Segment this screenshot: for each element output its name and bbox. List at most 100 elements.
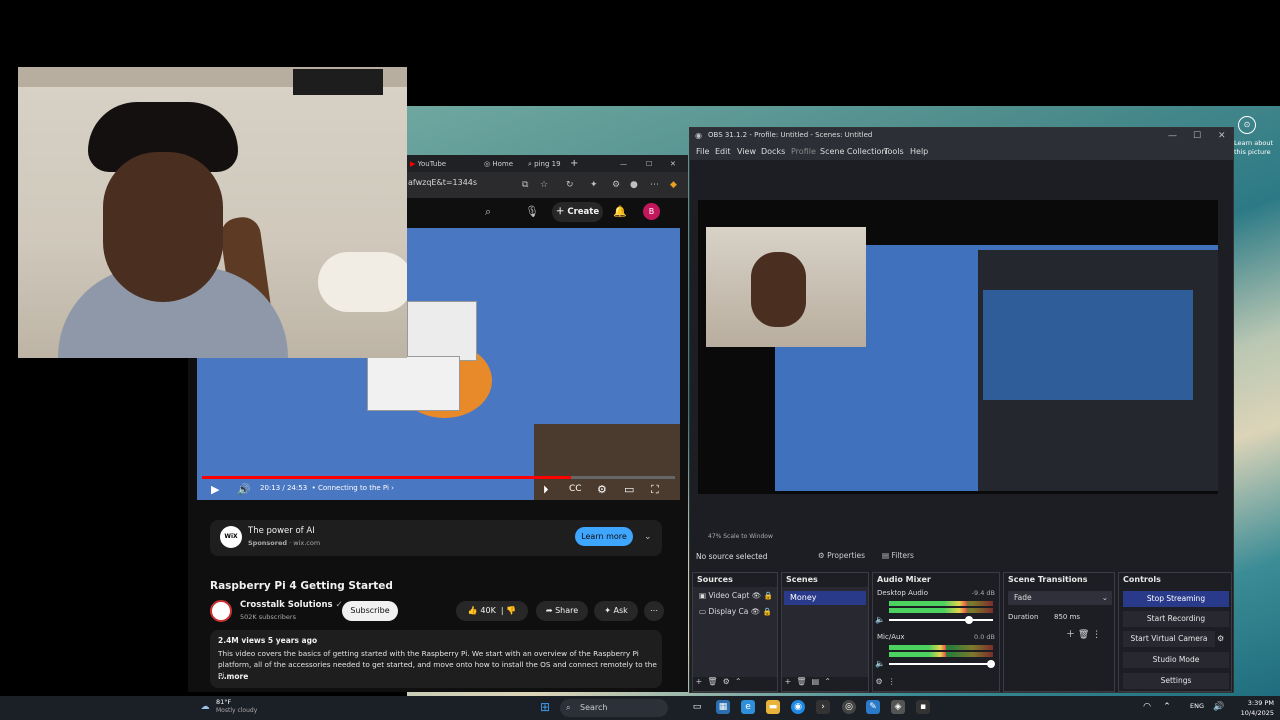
menu-help[interactable]: Help <box>910 147 928 156</box>
share-button[interactable]: ➦ Share <box>536 601 588 621</box>
obs-preview[interactable] <box>698 200 1218 494</box>
more-link[interactable]: ...more <box>218 672 248 681</box>
tab-ping[interactable]: ⌕ ping 19 <box>528 157 561 171</box>
menu-scene-collection[interactable]: Scene Collection <box>820 147 887 156</box>
video-progress-bar[interactable] <box>202 476 675 479</box>
extensions-puzzle-icon[interactable]: ⚙ <box>612 180 620 190</box>
new-tab-button[interactable]: + <box>570 157 578 171</box>
extension-icon[interactable]: ✦ <box>590 180 598 190</box>
subscribe-button[interactable]: Subscribe <box>342 601 398 621</box>
channel-name[interactable]: Crosstalk Solutions ✓ <box>240 600 343 610</box>
add-transition-icon[interactable]: ＋ 🗑 ⋮ <box>1066 627 1101 640</box>
menu-profile[interactable]: Profile <box>791 147 816 156</box>
terminal-icon[interactable]: › <box>816 700 830 714</box>
studio-mode-button[interactable]: Studio Mode <box>1123 652 1229 668</box>
start-recording-button[interactable]: Start Recording <box>1123 611 1229 627</box>
weather-icon[interactable]: ☁ <box>198 700 212 714</box>
more-actions-icon[interactable]: ⋯ <box>644 601 664 621</box>
obs-taskbar-icon[interactable]: ◎ <box>842 700 856 714</box>
close-icon[interactable]: ✕ <box>670 157 676 171</box>
obs-close-icon[interactable]: ✕ <box>1218 131 1226 141</box>
settings-button[interactable]: Settings <box>1123 673 1229 689</box>
sources-toolbar[interactable]: + 🗑 ⚙ ⌃ <box>693 677 777 691</box>
weather-desc[interactable]: Mostly cloudy <box>216 707 257 714</box>
transition-select[interactable]: Fade ⌄ <box>1008 591 1112 605</box>
tab-youtube[interactable]: ▶ YouTube <box>410 157 446 171</box>
app-icon[interactable]: ✎ <box>866 700 880 714</box>
copilot-icon[interactable]: ◆ <box>670 180 677 190</box>
learn-about-picture-label[interactable]: Learn about this picture <box>1234 139 1280 157</box>
bookmark-star-icon[interactable]: ☆ <box>540 180 548 190</box>
desktop-speaker-icon[interactable]: 🔈 <box>875 615 885 624</box>
captions-icon[interactable]: CC <box>569 484 582 494</box>
channel-logo[interactable] <box>210 600 232 622</box>
avatar[interactable]: B <box>643 203 660 220</box>
taskbar-search[interactable]: ⌕ Search <box>560 699 668 717</box>
obs-titlebar[interactable]: ◉ OBS 31.1.2 - Profile: Untitled - Scene… <box>690 128 1233 144</box>
cmd-icon[interactable]: ▪ <box>916 700 930 714</box>
menu-docks[interactable]: Docks <box>761 147 785 156</box>
mic-volume-slider[interactable] <box>889 660 995 668</box>
taskbar-clock[interactable]: 3:39 PM 10/4/2025 <box>1238 698 1274 718</box>
learn-more-button[interactable]: Learn more <box>575 527 633 546</box>
sources-list: ▣ Video Capt 👁 🔒 ▭ Display Ca 👁 🔒 <box>693 587 777 677</box>
weather-temp[interactable]: 81°F <box>216 698 231 706</box>
theater-mode-icon[interactable]: ▭ <box>624 483 634 496</box>
volume-icon[interactable]: 🔊 <box>237 483 251 496</box>
menu-edit[interactable]: Edit <box>715 147 731 156</box>
menu-tools[interactable]: Tools <box>884 147 904 156</box>
start-virtual-camera-button[interactable]: Start Virtual Camera <box>1123 631 1215 647</box>
microphone-icon[interactable]: 🎙 <box>525 206 539 217</box>
tab-home[interactable]: ◎ Home <box>484 157 513 171</box>
maximize-icon[interactable]: ☐ <box>646 157 652 171</box>
fullscreen-icon[interactable]: ⛶ <box>651 483 659 497</box>
file-explorer-icon[interactable]: ▬ <box>766 700 780 714</box>
refresh-icon[interactable]: ↻ <box>566 180 574 190</box>
properties-button[interactable]: ⚙ Properties <box>818 551 865 560</box>
scenes-toolbar[interactable]: + 🗑 ▤ ⌃ <box>782 677 868 691</box>
mixer-toolbar[interactable]: ⚙ ⋮ <box>873 677 999 691</box>
menu-file[interactable]: File <box>696 147 709 156</box>
task-view-icon[interactable]: ▭ <box>690 700 704 714</box>
tray-wifi-icon[interactable]: ◠ <box>1140 700 1154 714</box>
sponsored-ad-card[interactable]: WiX The power of AI Sponsored · wix.com … <box>210 520 662 556</box>
tray-chevron-icon[interactable]: ⌃ <box>1160 700 1174 714</box>
ask-button[interactable]: ✦ Ask <box>594 601 638 621</box>
profile-icon[interactable]: ● <box>630 180 638 190</box>
notifications-bell-icon[interactable]: 🔔 <box>613 206 627 217</box>
scene-item[interactable]: Money <box>784 591 866 605</box>
obs-minimize-icon[interactable]: — <box>1168 131 1177 141</box>
settings-gear-icon[interactable]: ⚙ <box>597 483 607 496</box>
edge-icon[interactable]: e <box>741 700 755 714</box>
mic-speaker-icon[interactable]: 🔈 <box>875 659 885 668</box>
tray-language[interactable]: ENG <box>1190 702 1204 710</box>
menu-dots-icon[interactable]: ⋯ <box>650 180 659 190</box>
ad-title[interactable]: The power of AI <box>248 526 315 536</box>
preview-scale[interactable]: 47% Scale to Window <box>708 533 773 540</box>
minimize-icon[interactable]: — <box>620 157 627 171</box>
filters-button[interactable]: ▤ Filters <box>882 551 914 560</box>
menu-view[interactable]: View <box>737 147 756 156</box>
chevron-down-icon[interactable]: ⌄ <box>644 532 652 542</box>
duration-input[interactable]: 850 ms <box>1054 613 1080 621</box>
virtual-camera-gear-icon[interactable]: ⚙ <box>1217 634 1224 643</box>
stop-streaming-button[interactable]: Stop Streaming <box>1123 591 1229 607</box>
tray-volume-icon[interactable]: 🔊 <box>1212 700 1226 714</box>
install-icon[interactable]: ⧉ <box>522 180 528 190</box>
play-icon[interactable]: ▶ <box>211 483 219 496</box>
autoplay-toggle-icon[interactable]: ⏵ <box>543 483 549 497</box>
like-dislike-button[interactable]: 👍 40K | 👎 <box>456 601 528 621</box>
url-text[interactable]: afwzqE&t=1344s <box>408 178 477 187</box>
create-button[interactable]: ＋ Create <box>552 202 603 222</box>
chrome-icon[interactable]: ◉ <box>791 700 805 714</box>
source-item[interactable]: ▭ Display Ca 👁 🔒 <box>699 607 772 616</box>
app-icon-2[interactable]: ◈ <box>891 700 905 714</box>
desktop-volume-slider[interactable] <box>889 616 993 624</box>
search-icon[interactable]: ⌕ <box>485 206 491 217</box>
learn-about-picture-icon[interactable]: ⊙ <box>1238 116 1256 134</box>
video-description[interactable]: 2.4M views 5 years ago This video covers… <box>210 630 662 688</box>
store-icon[interactable]: ▦ <box>716 700 730 714</box>
obs-maximize-icon[interactable]: ☐ <box>1193 131 1201 141</box>
source-item[interactable]: ▣ Video Capt 👁 🔒 <box>699 591 773 600</box>
windows-start-icon[interactable]: ⊞ <box>540 701 553 714</box>
